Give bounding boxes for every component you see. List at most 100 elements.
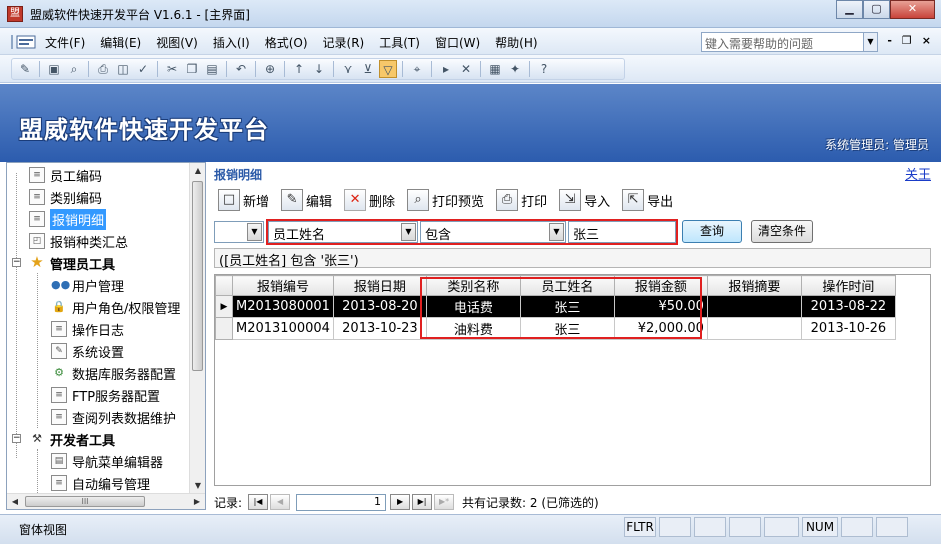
clear-conditions-button[interactable]: 清空条件 <box>751 220 813 243</box>
column-header[interactable]: 报销日期 <box>332 275 427 296</box>
new-record-icon[interactable]: ▶* <box>434 494 455 510</box>
scroll-thumb[interactable] <box>192 181 203 371</box>
scroll-thumb[interactable]: III <box>25 496 145 507</box>
table-cell[interactable]: 2013-10-23 <box>332 317 427 340</box>
nav-item-db-server-config[interactable]: ⚙ 数据库服务器配置 <box>51 362 176 384</box>
menu-records[interactable]: 记录(R) <box>323 34 365 51</box>
filter-value-input[interactable]: 张三 <box>568 221 676 243</box>
design-view-icon[interactable]: ✎ <box>16 60 34 78</box>
export-button[interactable]: ⇱ 导出 <box>622 189 673 211</box>
operator-select[interactable]: 包含 ▼ <box>420 221 566 243</box>
nav-horizontal-scrollbar[interactable]: ◀ III ▶ <box>7 493 205 509</box>
nav-item-system-settings[interactable]: ✎ 系统设置 <box>51 340 124 362</box>
column-header[interactable]: 操作时间 <box>800 275 896 296</box>
table-cell[interactable] <box>706 317 802 340</box>
paste-icon[interactable]: ▤ <box>203 60 221 78</box>
table-cell[interactable]: 2013-08-20 <box>332 295 427 318</box>
filter-by-selection-icon[interactable]: ⋎ <box>339 60 357 78</box>
database-window-icon[interactable]: ▦ <box>486 60 504 78</box>
table-cell[interactable]: M2013080001 <box>232 295 334 318</box>
first-record-icon[interactable]: |◀ <box>248 494 269 510</box>
mdi-minimize-button[interactable]: - <box>887 34 892 47</box>
nav-group-developer-tools[interactable]: ⚒ 开发者工具 <box>29 428 115 450</box>
delete-button[interactable]: ✕ 删除 <box>344 189 395 211</box>
row-selector-arrow-icon[interactable]: ▶ <box>215 295 233 318</box>
menu-window[interactable]: 窗口(W) <box>435 34 480 51</box>
table-cell[interactable]: 2013-08-22 <box>800 295 896 318</box>
sort-descending-icon[interactable]: ↓ <box>310 60 328 78</box>
mdi-close-button[interactable]: × <box>922 34 931 47</box>
copy-icon[interactable]: ❐ <box>183 60 201 78</box>
new-object-icon[interactable]: ✦ <box>506 60 524 78</box>
print-preview-button[interactable]: ⌕ 打印预览 <box>407 189 484 211</box>
import-button[interactable]: ⇲ 导入 <box>559 189 610 211</box>
print-icon[interactable]: ⎙ <box>94 60 112 78</box>
chevron-down-icon[interactable]: ▼ <box>401 223 416 241</box>
query-button[interactable]: 查询 <box>682 220 742 243</box>
nav-vertical-scrollbar[interactable]: ▲ ▼ <box>189 163 205 494</box>
current-record-input[interactable]: 1 <box>296 493 387 511</box>
scroll-left-icon[interactable]: ◀ <box>7 494 23 509</box>
table-cell[interactable]: 2013-10-26 <box>800 317 896 340</box>
nav-item-category-codes[interactable]: ≡ 类别编码 <box>29 186 102 208</box>
nav-item-employee-codes[interactable]: ≡ 员工编码 <box>29 164 102 186</box>
print-preview-icon[interactable]: ◫ <box>114 60 132 78</box>
nav-item-user-management[interactable]: ●● 用户管理 <box>51 274 124 296</box>
help-icon[interactable]: ? <box>535 60 553 78</box>
menu-edit[interactable]: 编辑(E) <box>100 34 141 51</box>
minimize-button[interactable]: ▁ <box>836 0 863 19</box>
delete-record-icon[interactable]: ✕ <box>457 60 475 78</box>
toggle-filter-icon[interactable]: ▽ <box>379 60 397 78</box>
menu-view[interactable]: 视图(V) <box>156 34 198 51</box>
menu-format[interactable]: 格式(O) <box>265 34 308 51</box>
menu-tools[interactable]: 工具(T) <box>379 34 420 51</box>
spelling-icon[interactable]: ✓ <box>134 60 152 78</box>
cut-icon[interactable]: ✂ <box>163 60 181 78</box>
previous-record-icon[interactable]: ◀ <box>270 494 291 510</box>
scroll-down-icon[interactable]: ▼ <box>190 478 205 494</box>
menu-insert[interactable]: 插入(I) <box>213 34 250 51</box>
nav-group-admin-tools[interactable]: ★ 管理员工具 <box>29 252 115 274</box>
nav-item-expense-details[interactable]: ≡ 报销明细 <box>29 208 107 230</box>
mdi-restore-button[interactable]: ❐ <box>902 34 912 47</box>
nav-item-auto-numbering[interactable]: ≡ 自动编号管理 <box>51 472 150 494</box>
file-search-icon[interactable]: ⌕ <box>65 60 83 78</box>
help-search-input[interactable]: 键入需要帮助的问题 ▼ <box>701 32 878 52</box>
scroll-up-icon[interactable]: ▲ <box>190 163 205 179</box>
close-form-link[interactable]: 关王 <box>905 164 931 183</box>
save-icon[interactable]: ▣ <box>45 60 63 78</box>
restore-button[interactable]: ▢ <box>863 0 890 19</box>
column-header[interactable]: 报销摘要 <box>706 275 802 296</box>
last-record-icon[interactable]: ▶| <box>412 494 433 510</box>
table-cell[interactable] <box>706 295 802 318</box>
close-button[interactable]: ✕ <box>890 0 935 19</box>
print-button[interactable]: ⎙ 打印 <box>496 189 547 211</box>
column-header[interactable]: 报销编号 <box>232 275 334 296</box>
scroll-right-icon[interactable]: ▶ <box>189 494 205 509</box>
menu-file[interactable]: 文件(F) <box>45 34 85 51</box>
nav-item-operation-log[interactable]: ≡ 操作日志 <box>51 318 124 340</box>
undo-icon[interactable]: ↶ <box>232 60 250 78</box>
row-selector[interactable] <box>215 317 233 340</box>
nav-item-lookup-list-maintenance[interactable]: ≡ 查阅列表数据维护 <box>51 406 176 428</box>
nav-item-ftp-server-config[interactable]: ≡ FTP服务器配置 <box>51 384 160 406</box>
find-icon[interactable]: ⌖ <box>408 60 426 78</box>
edit-button[interactable]: ✎ 编辑 <box>281 189 332 211</box>
nav-item-expense-summary[interactable]: ◰ 报销种类汇总 <box>29 230 128 252</box>
chevron-down-icon[interactable]: ▼ <box>863 33 877 51</box>
collapse-icon[interactable]: − <box>12 434 21 443</box>
new-record-icon[interactable]: ▸ <box>437 60 455 78</box>
chevron-down-icon[interactable]: ▼ <box>549 223 564 241</box>
table-cell[interactable]: M2013100004 <box>232 317 334 340</box>
logic-select[interactable]: ▼ <box>214 221 264 243</box>
next-record-icon[interactable]: ▶ <box>390 494 411 510</box>
collapse-icon[interactable]: − <box>12 258 21 267</box>
nav-item-roles-permissions[interactable]: 🔒 用户角色/权限管理 <box>51 296 180 318</box>
hyperlink-icon[interactable]: ⊕ <box>261 60 279 78</box>
nav-item-menu-editor[interactable]: ▤ 导航菜单编辑器 <box>51 450 163 472</box>
menu-help[interactable]: 帮助(H) <box>495 34 537 51</box>
add-button[interactable]: □ 新增 <box>218 189 269 211</box>
filter-by-form-icon[interactable]: ⊻ <box>359 60 377 78</box>
sort-ascending-icon[interactable]: ↑ <box>290 60 308 78</box>
chevron-down-icon[interactable]: ▼ <box>247 223 262 241</box>
